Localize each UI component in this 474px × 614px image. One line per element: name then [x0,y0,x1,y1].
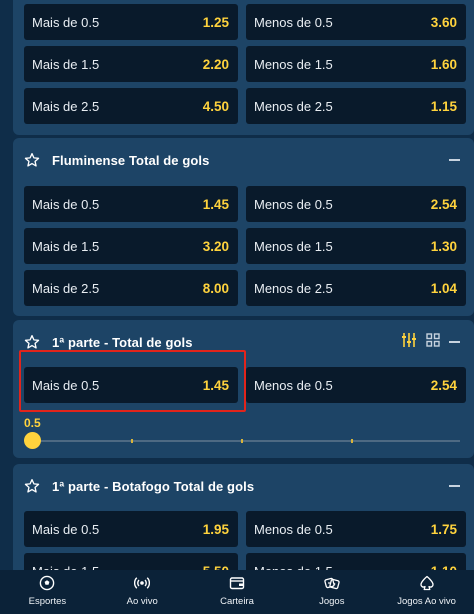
nav-label: Esportes [28,596,67,607]
odd-label: Menos de 0.5 [254,377,333,393]
market-card-fluminense-total-goals: Fluminense Total de gols Mais de 0.5 1.4… [13,138,474,316]
star-icon[interactable] [24,152,40,168]
odd-label: Mais de 2.5 [32,280,100,296]
odd-button-under-2-5[interactable]: Menos de 2.5 1.15 [246,88,466,124]
odd-button-over-0-5[interactable]: Mais de 0.5 1.95 [24,511,238,547]
market-card-total-goals: Mais de 0.5 1.25 Menos de 0.5 3.60 Mais … [13,0,474,135]
odd-label: Mais de 0.5 [32,14,100,30]
odd-button-over-2-5[interactable]: Mais de 2.5 4.50 [24,88,238,124]
odd-button-over-0-5[interactable]: Mais de 0.5 1.45 [24,186,238,222]
nav-item-carteira[interactable]: Carteira [190,570,285,614]
spade-icon [419,575,434,591]
odd-value: 8.00 [202,280,229,296]
nav-item-jogos-ao-vivo[interactable]: Jogos Ao vivo [379,570,474,614]
odd-button-over-0-5[interactable]: Mais de 0.5 1.25 [24,4,238,40]
odd-value: 1.15 [430,98,457,114]
odd-button-over-1-5[interactable]: Mais de 1.5 3.20 [24,228,238,264]
odd-value: 1.60 [430,56,457,72]
slider-tick [241,439,243,443]
slider-value-label: 0.5 [24,416,41,430]
wallet-icon [229,577,245,590]
odd-button-under-0-5[interactable]: Menos de 0.5 1.75 [246,511,466,547]
market-title: Fluminense Total de gols [52,152,210,168]
bottom-navigation: Esportes Ao vivo Carteira Jogos Jogos Ao… [0,570,474,614]
header-tools [402,332,440,348]
odd-label: Mais de 1.5 [32,56,100,72]
odd-button-under-0-5[interactable]: Menos de 0.5 3.60 [246,4,466,40]
odd-value: 2.54 [430,377,457,393]
collapse-icon[interactable] [449,485,460,487]
nav-label: Carteira [220,596,254,607]
odd-value: 1.25 [202,14,229,30]
market-header[interactable]: Fluminense Total de gols [13,138,474,182]
odd-label: Mais de 2.5 [32,98,100,114]
odd-button-under-1-5[interactable]: Menos de 1.5 1.60 [246,46,466,82]
odd-value: 1.45 [202,196,229,212]
odd-button-under-0-5[interactable]: Menos de 0.5 2.54 [246,367,466,403]
soccer-ball-icon [40,575,55,591]
odd-button-over-2-5[interactable]: Mais de 2.5 8.00 [24,270,238,306]
collapse-icon[interactable] [449,159,460,161]
nav-item-esportes[interactable]: Esportes [0,570,95,614]
odd-value: 4.50 [202,98,229,114]
odd-value: 3.20 [202,238,229,254]
odd-label: Menos de 2.5 [254,280,333,296]
odd-label: Menos de 1.5 [254,56,333,72]
market-title: 1ª parte - Botafogo Total de gols [52,478,255,494]
odd-button-under-1-5[interactable]: Menos de 1.5 1.30 [246,228,466,264]
odd-value: 1.30 [430,238,457,254]
odd-label: Menos de 2.5 [254,98,333,114]
slider-handle[interactable] [24,432,41,449]
odd-label: Mais de 1.5 [32,238,100,254]
betting-screen: Mais de 0.5 1.25 Menos de 0.5 3.60 Mais … [0,0,474,614]
odd-label: Menos de 1.5 [254,238,333,254]
odd-button-under-0-5[interactable]: Menos de 0.5 2.54 [246,186,466,222]
nav-item-jogos[interactable]: Jogos [284,570,379,614]
odd-value: 3.60 [430,14,457,30]
star-icon[interactable] [24,478,40,494]
nav-label: Jogos Ao vivo [397,596,456,607]
odd-value: 1.04 [430,280,457,296]
odd-value: 1.75 [430,521,457,537]
adjust-sliders-icon[interactable] [402,332,416,348]
star-icon[interactable] [24,334,40,350]
odd-label: Menos de 0.5 [254,521,333,537]
slider-tick [351,439,353,443]
market-title: 1ª parte - Total de gols [52,334,193,350]
odd-button-under-2-5[interactable]: Menos de 2.5 1.04 [246,270,466,306]
goal-line-slider[interactable] [32,440,460,442]
nav-item-ao-vivo[interactable]: Ao vivo [95,570,190,614]
odd-button-over-1-5[interactable]: Mais de 1.5 2.20 [24,46,238,82]
odd-value: 1.95 [202,521,229,537]
live-broadcast-icon [134,577,151,589]
odd-value: 2.20 [202,56,229,72]
slider-tick [131,439,133,443]
nav-label: Ao vivo [126,596,158,607]
odd-label: Mais de 0.5 [32,521,100,537]
grid-view-icon[interactable] [426,333,440,347]
selection-highlight [19,350,246,412]
odd-label: Menos de 0.5 [254,196,333,212]
odd-value: 2.54 [430,196,457,212]
dice-icon [324,577,340,590]
odd-label: Mais de 0.5 [32,196,100,212]
market-header[interactable]: 1ª parte - Botafogo Total de gols [13,464,474,508]
odd-label: Menos de 0.5 [254,14,333,30]
collapse-icon[interactable] [449,341,460,343]
nav-label: Jogos [319,596,345,607]
